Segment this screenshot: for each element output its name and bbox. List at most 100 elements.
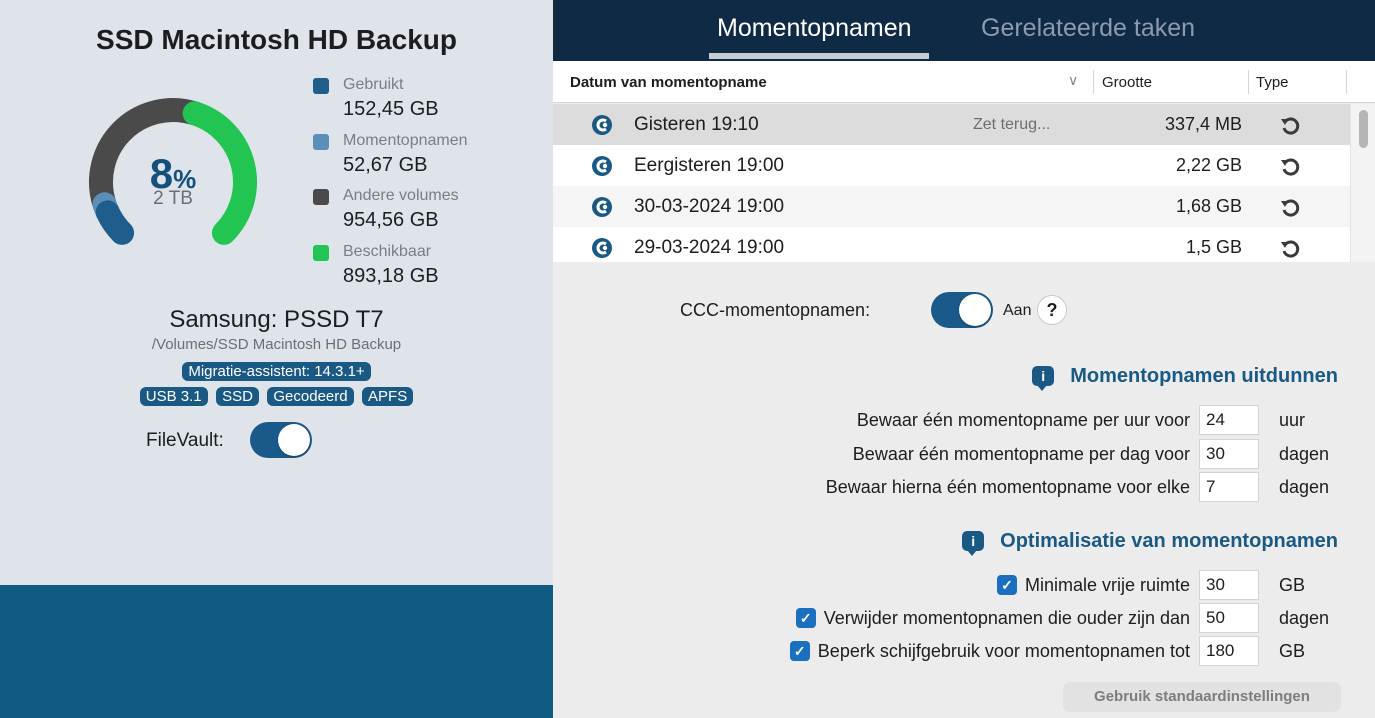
thin-after-input[interactable] <box>1199 472 1259 502</box>
snapshot-date: 30-03-2024 19:00 <box>634 196 785 217</box>
thinning-title-text: Momentopnamen uitdunnen <box>1070 365 1338 387</box>
limit-usage-unit: GB <box>1279 641 1306 661</box>
thin-hourly-unit: uur <box>1279 410 1306 430</box>
thin-daily-input[interactable] <box>1199 439 1259 469</box>
min-free-space-checkbox[interactable]: ✓ <box>996 575 1017 595</box>
snapshot-size: 1,68 GB <box>1175 196 1242 216</box>
table-row[interactable]: 30-03-2024 19:00 1,68 GB <box>553 186 1350 227</box>
tab-bar: Momentopnamen Gerelateerde taken <box>553 0 1375 61</box>
thin-daily-label: Bewaar één momentopname per dag voor <box>852 444 1190 464</box>
donut-arc-used <box>95 200 135 245</box>
snapshot-size: 1,5 GB <box>1185 237 1242 257</box>
column-header-type[interactable]: Type <box>1256 74 1289 91</box>
snapshot-icon <box>592 156 612 176</box>
min-free-space-label: Minimale vrije ruimte <box>1024 575 1190 595</box>
min-free-space-unit: GB <box>1279 575 1306 595</box>
legend-label-used: Gebruikt <box>343 76 404 93</box>
limit-usage-input[interactable] <box>1199 636 1259 666</box>
snapshot-date: Eergisteren 19:00 <box>634 155 784 176</box>
snapshot-icon <box>592 115 612 135</box>
disk-path: /Volumes/SSD Macintosh HD Backup <box>151 336 402 353</box>
legend-swatch-other-volumes <box>313 189 329 205</box>
table-row[interactable]: Eergisteren 19:00 2,22 GB <box>553 145 1350 186</box>
ccc-snapshots-label: CCC-momentopnamen: <box>680 300 871 320</box>
snapshot-table-header: Datum van momentopname ∨ Grootte Type <box>553 61 1375 103</box>
legend-value-other-volumes: 954,56 GB <box>343 209 439 231</box>
restore-icon[interactable] <box>1279 155 1301 177</box>
disk-name: Samsung: PSSD T7 <box>169 306 384 333</box>
thin-after-unit: dagen <box>1279 477 1330 497</box>
limit-usage-checkbox[interactable]: ✓ <box>789 641 810 661</box>
column-divider <box>1346 70 1347 94</box>
snapshot-panel: Momentopnamen Gerelateerde taken Datum v… <box>553 0 1375 718</box>
info-icon: i <box>1032 366 1055 391</box>
legend-value-available: 893,18 GB <box>343 265 439 287</box>
restore-icon[interactable] <box>1279 114 1301 136</box>
tab-related-tasks[interactable]: Gerelateerde taken <box>981 14 1195 43</box>
tab-snapshots[interactable]: Momentopnamen <box>717 14 912 43</box>
scrollbar-thumb[interactable] <box>1359 110 1368 148</box>
limit-usage-label: Beperk schijfgebruik voor momentopnamen … <box>817 641 1190 661</box>
ccc-snapshots-toggle[interactable] <box>931 292 993 328</box>
migration-tag-row: Migratie-assistent: 14.3.1+ <box>0 362 553 381</box>
table-row[interactable]: Gisteren 19:10 Zet terug... 337,4 MB <box>553 104 1350 145</box>
use-defaults-button[interactable]: Gebruik standaardinstellingen <box>1063 682 1341 712</box>
volume-tags: USB 3.1 SSD Gecodeerd APFS <box>0 387 553 406</box>
filevault-label: FileVault: <box>146 430 224 451</box>
help-button[interactable]: ? <box>1037 295 1067 325</box>
min-free-space-row: ✓ Minimale vrije ruimte <box>996 575 1190 596</box>
toggle-knob <box>278 424 310 456</box>
tag-ssd: SSD <box>216 387 259 406</box>
legend-swatch-snapshots <box>313 134 329 150</box>
snapshot-icon <box>592 197 612 217</box>
legend-swatch-used <box>313 78 329 94</box>
optimization-title-text: Optimalisatie van momentopnamen <box>1000 530 1338 552</box>
delete-old-row: ✓ Verwijder momentopnamen die ouder zijn … <box>795 608 1190 629</box>
thinning-section-title: i Momentopnamen uitdunnen <box>1032 365 1338 391</box>
column-header-date[interactable]: Datum van momentopname <box>570 74 767 91</box>
filevault-toggle[interactable] <box>250 422 312 458</box>
legend-value-used: 152,45 GB <box>343 98 439 120</box>
legend-value-snapshots: 52,67 GB <box>343 154 428 176</box>
sort-chevron-icon[interactable]: ∨ <box>1068 72 1078 89</box>
tag-usb: USB 3.1 <box>139 387 208 406</box>
volume-panel: SSD Macintosh HD Backup 8% 2 TB Gebruikt… <box>0 0 553 718</box>
thin-hourly-input[interactable] <box>1199 405 1259 435</box>
thin-daily-unit: dagen <box>1279 444 1330 464</box>
table-scrollbar[interactable] <box>1350 104 1375 262</box>
delete-old-unit: dagen <box>1279 608 1330 628</box>
delete-old-input[interactable] <box>1199 603 1259 633</box>
snapshot-date: 29-03-2024 19:00 <box>634 237 785 258</box>
thin-after-label: Bewaar hierna één momentopname voor elke <box>825 477 1190 497</box>
capacity-label: 2 TB <box>153 188 193 209</box>
restore-icon[interactable] <box>1279 196 1301 218</box>
ccc-state-label: Aan <box>1003 302 1032 319</box>
snapshot-date: Gisteren 19:10 <box>634 114 759 135</box>
snapshot-size: 337,4 MB <box>1164 114 1242 134</box>
optimization-section-title: i Optimalisatie van momentopnamen <box>962 530 1338 556</box>
legend-label-other-volumes: Andere volumes <box>343 187 459 204</box>
tag-apfs: APFS <box>362 387 414 406</box>
snapshot-icon <box>592 238 612 258</box>
toggle-knob <box>959 294 991 326</box>
limit-usage-row: ✓ Beperk schijfgebruik voor momentopnamen… <box>789 641 1190 662</box>
column-divider <box>1248 70 1249 94</box>
active-tab-indicator <box>709 53 929 59</box>
delete-old-checkbox[interactable]: ✓ <box>795 608 816 628</box>
info-icon: i <box>962 531 985 556</box>
column-divider <box>1093 70 1094 94</box>
delete-old-label: Verwijder momentopnamen die ouder zijn d… <box>823 608 1190 628</box>
snapshot-size: 2,22 GB <box>1175 155 1242 175</box>
min-free-space-input[interactable] <box>1199 570 1259 600</box>
column-header-size[interactable]: Grootte <box>1102 74 1152 91</box>
tag-encrypted: Gecodeerd <box>267 387 354 406</box>
legend-label-available: Beschikbaar <box>343 243 432 260</box>
restore-icon[interactable] <box>1279 237 1301 259</box>
table-row[interactable]: 29-03-2024 19:00 1,5 GB <box>553 227 1350 262</box>
legend-swatch-available <box>313 245 329 261</box>
thin-hourly-label: Bewaar één momentopname per uur voor <box>856 410 1190 430</box>
left-footer-bar <box>0 585 553 718</box>
restore-link[interactable]: Zet terug... <box>973 116 1050 134</box>
legend-label-snapshots: Momentopnamen <box>343 132 468 149</box>
volume-title: SSD Macintosh HD Backup <box>96 24 457 55</box>
